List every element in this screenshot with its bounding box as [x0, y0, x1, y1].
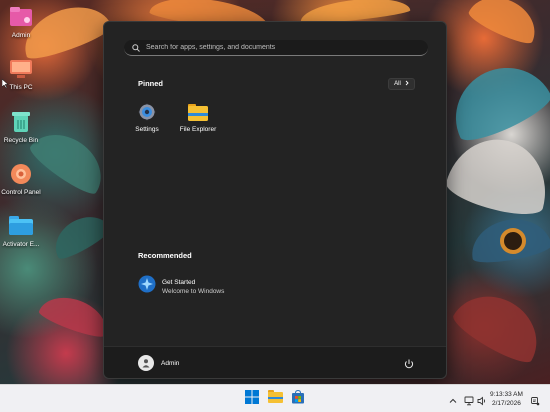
- microsoft-store-icon: [291, 389, 305, 409]
- start-menu: Pinned All Settings File Explorer Recomm…: [103, 21, 447, 379]
- pinned-title: Pinned: [138, 79, 164, 88]
- pinned-app-label: File Explorer: [179, 126, 217, 133]
- pinned-app-label: Settings: [135, 126, 159, 133]
- file-explorer-icon: [188, 102, 208, 122]
- notification-button[interactable]: [530, 393, 540, 406]
- recommended-item-title: Get Started: [162, 278, 196, 286]
- all-apps-label: All: [394, 81, 401, 87]
- taskbar-microsoft-store[interactable]: [290, 389, 306, 409]
- folder-icon: [8, 214, 34, 238]
- mouse-cursor-icon: [1, 75, 9, 93]
- pinned-app-file-explorer[interactable]: File Explorer: [174, 102, 222, 133]
- all-apps-button[interactable]: All: [388, 78, 415, 90]
- volume-button[interactable]: [477, 393, 487, 406]
- clock-time: 9:13:33 AM: [490, 391, 523, 398]
- desktop-icon-label: This PC: [9, 84, 33, 91]
- gear-icon: [137, 102, 157, 122]
- recommended-item-get-started[interactable]: Get Started Welcome to Windows: [138, 275, 224, 298]
- search-box[interactable]: [124, 40, 428, 56]
- control-panel-icon: [8, 162, 34, 186]
- get-started-icon: [138, 275, 156, 298]
- taskbar-clock[interactable]: 9:13:33 AM 2/17/2026: [490, 390, 523, 408]
- power-button[interactable]: [403, 357, 415, 369]
- desktop-icon-label: Control Panel: [1, 189, 41, 196]
- start-menu-footer: Admin: [104, 346, 446, 378]
- user-account-button[interactable]: Admin: [138, 355, 179, 371]
- power-icon: [403, 357, 415, 374]
- desktop-icon-recycle-bin[interactable]: Recycle Bin: [0, 110, 44, 144]
- windows-start-icon: [245, 389, 259, 409]
- chevron-up-icon: [448, 393, 458, 410]
- start-button[interactable]: [244, 389, 260, 409]
- taskbar: 9:13:33 AM 2/17/2026: [0, 384, 550, 412]
- taskbar-file-explorer[interactable]: [267, 390, 283, 408]
- clock-date: 2/17/2026: [491, 400, 521, 407]
- file-explorer-icon: [267, 390, 283, 408]
- recycle-bin-icon: [8, 110, 34, 134]
- search-icon: [132, 39, 140, 57]
- desktop-icon-label: Activator E...: [2, 241, 40, 248]
- computer-icon: [8, 57, 34, 81]
- user-name: Admin: [161, 359, 180, 367]
- desktop-icon-label: Admin: [11, 32, 31, 39]
- notification-icon: [530, 393, 540, 410]
- user-folder-icon: [8, 5, 34, 29]
- network-icon: [464, 393, 474, 410]
- chevron-right-icon: [405, 80, 409, 88]
- recommended-title: Recommended: [138, 251, 192, 260]
- show-hidden-icons-button[interactable]: [448, 393, 458, 403]
- pinned-app-settings[interactable]: Settings: [123, 102, 171, 133]
- volume-icon: [477, 393, 487, 410]
- search-input[interactable]: [146, 44, 426, 51]
- desktop-icon-label: Recycle Bin: [3, 137, 39, 144]
- desktop-icon-admin[interactable]: Admin: [0, 5, 44, 39]
- desktop-icon-activator[interactable]: Activator E...: [0, 214, 44, 248]
- recommended-item-subtitle: Welcome to Windows: [162, 287, 225, 295]
- network-button[interactable]: [464, 393, 474, 406]
- desktop-icon-control-panel[interactable]: Control Panel: [0, 162, 44, 196]
- avatar: [138, 355, 154, 371]
